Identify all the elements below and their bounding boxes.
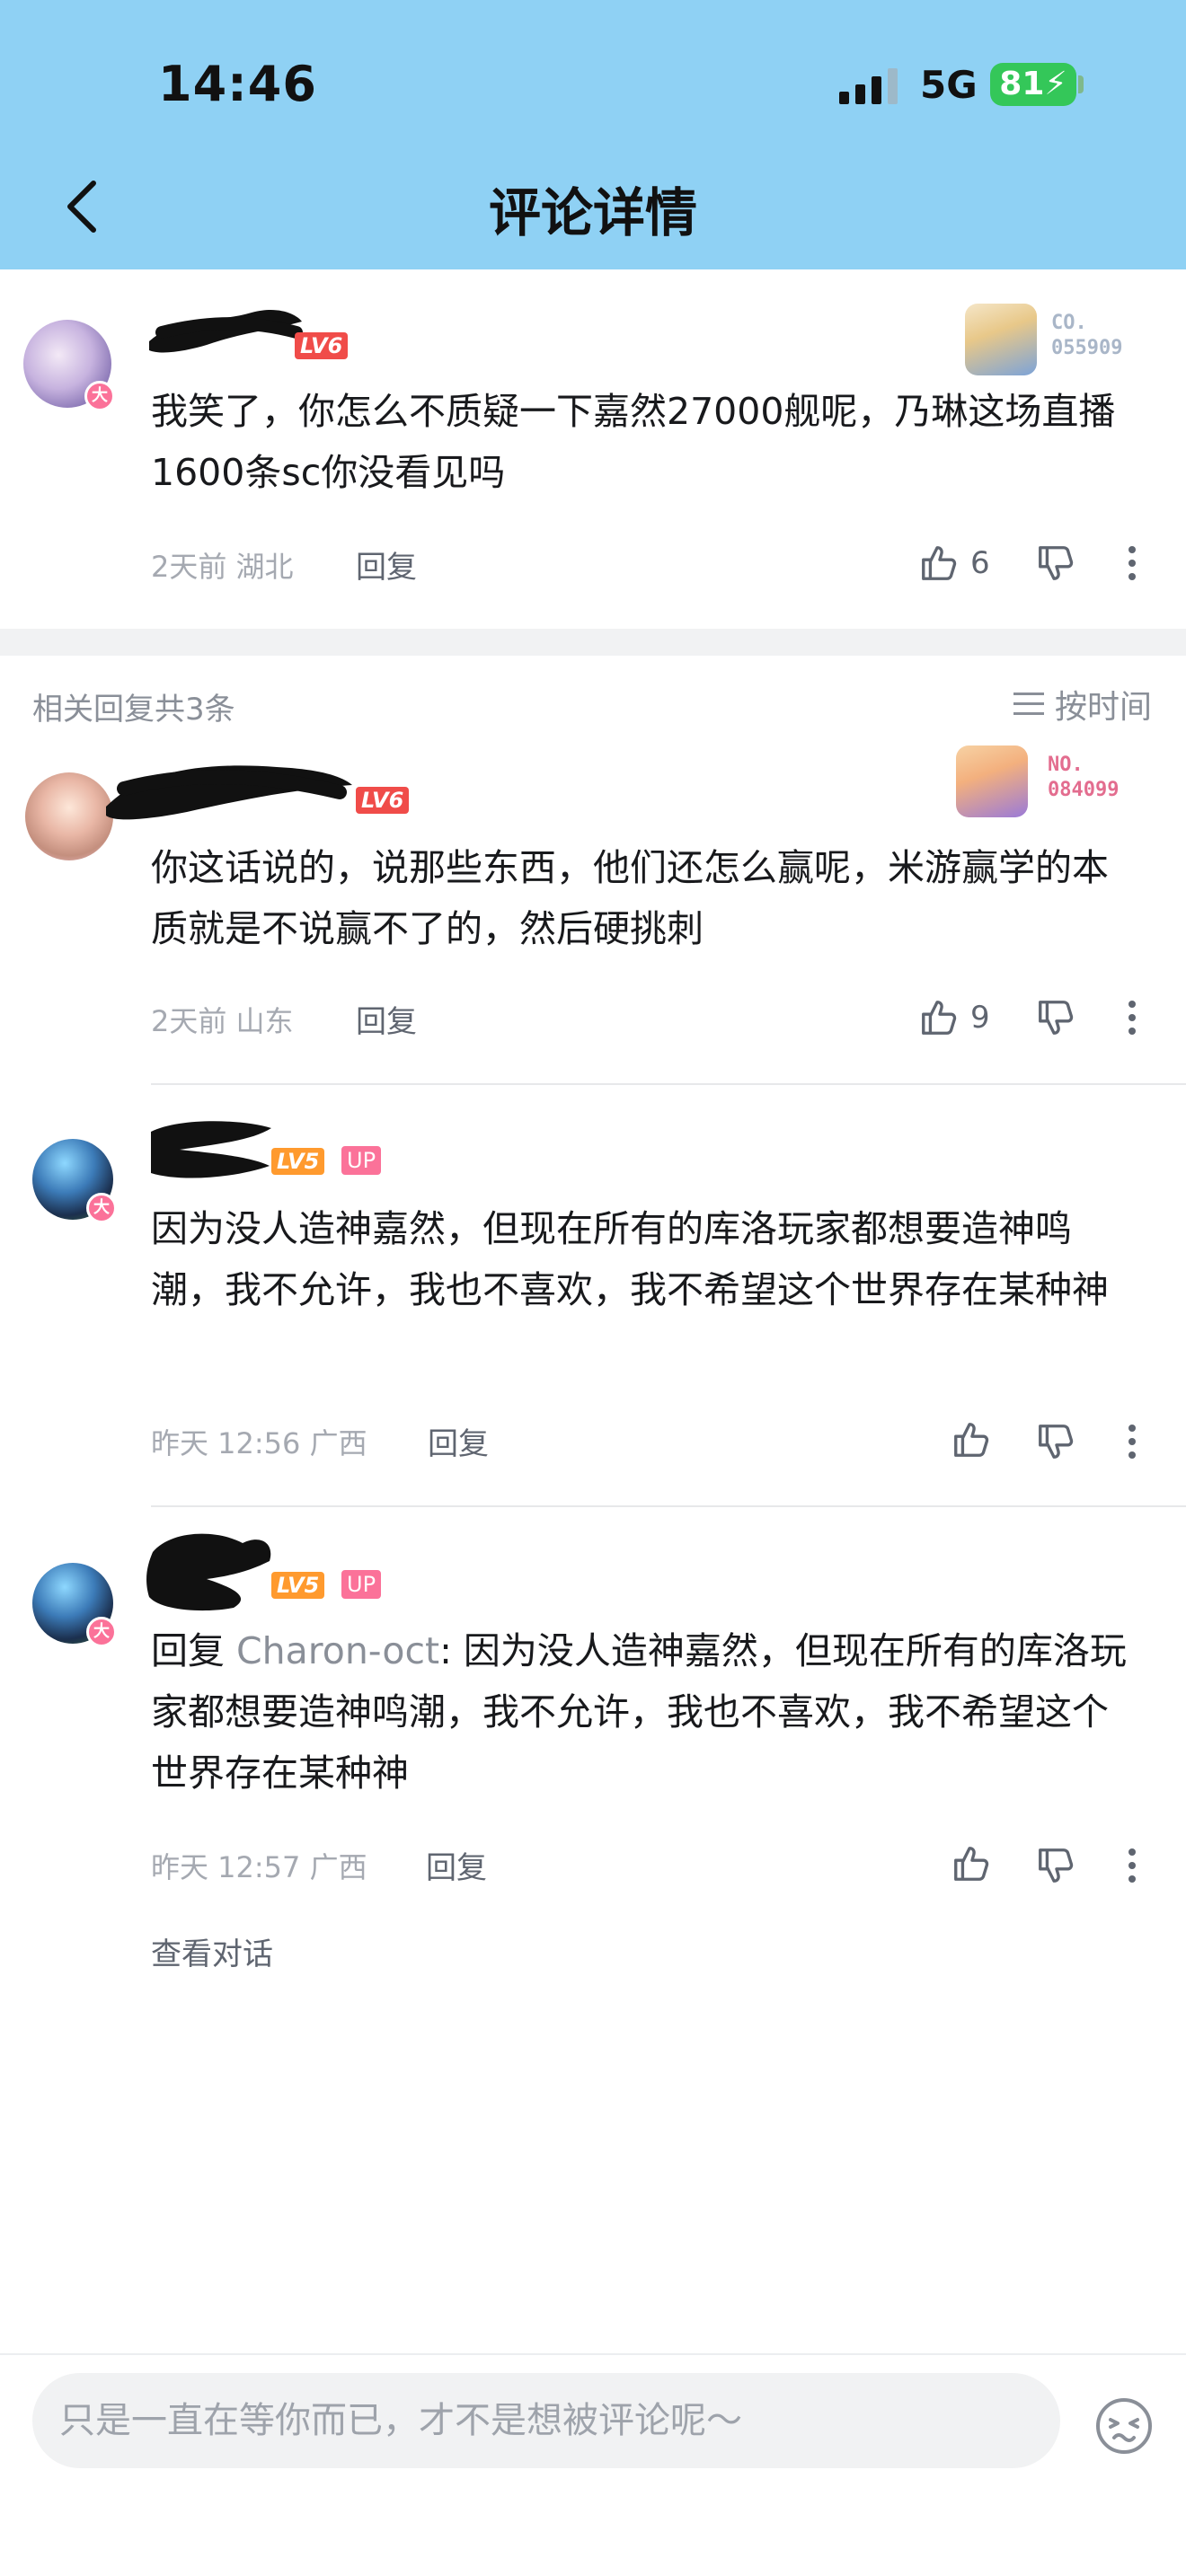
reply-button[interactable]: 回复 bbox=[356, 997, 417, 1041]
thumbs-up-icon[interactable] bbox=[951, 1419, 992, 1460]
page-title: 评论详情 bbox=[488, 182, 697, 243]
big-member-badge: 大 bbox=[86, 1617, 117, 1647]
more-options-icon[interactable] bbox=[1123, 1421, 1141, 1462]
comment-time: 昨天 12:56 bbox=[151, 1426, 301, 1460]
thumbs-up-icon[interactable] bbox=[951, 1843, 992, 1884]
fan-card-image bbox=[956, 745, 1028, 817]
comment-time: 2天前 bbox=[151, 1004, 227, 1038]
thumbs-down-icon[interactable] bbox=[1035, 543, 1076, 584]
comment-time: 昨天 12:57 bbox=[151, 1850, 301, 1884]
fan-no-label: CO. bbox=[1051, 312, 1087, 334]
up-tag: UP bbox=[341, 1570, 382, 1599]
battery-cap bbox=[1078, 75, 1084, 93]
fan-number: NO. 084099 bbox=[1048, 753, 1119, 803]
header-bar: 14:46 5G 81⚡ 评论详情 bbox=[0, 0, 1186, 269]
reply-button[interactable]: 回复 bbox=[428, 1419, 489, 1463]
like-count: 6 bbox=[970, 545, 990, 581]
fan-no-label: NO. bbox=[1048, 754, 1084, 776]
thumbs-up-icon bbox=[922, 1001, 957, 1035]
thumbs-down-icon[interactable] bbox=[1035, 997, 1076, 1038]
reply-divider bbox=[151, 1505, 1186, 1507]
username-redacted[interactable] bbox=[144, 305, 305, 359]
comment-location: 山东 bbox=[235, 1004, 294, 1038]
big-member-badge: 大 bbox=[84, 381, 115, 411]
comment-meta: 2天前 山东 bbox=[151, 999, 294, 1040]
fan-card-image bbox=[965, 304, 1037, 375]
reply-button[interactable]: 回复 bbox=[426, 1843, 487, 1887]
comment-text: 你这话说的，说那些东西，他们还怎么赢呢，米游赢学的本质就是不说赢不了的，然后硬挑… bbox=[151, 846, 1109, 950]
comment-location: 广西 bbox=[309, 1426, 367, 1460]
emoji-icon[interactable] bbox=[1094, 2396, 1154, 2456]
like-button[interactable]: 9 bbox=[918, 995, 990, 1040]
username-redacted[interactable] bbox=[97, 753, 358, 825]
reply-to-username[interactable]: Charon-oct bbox=[236, 1629, 439, 1672]
avatar[interactable]: 大 bbox=[32, 1563, 117, 1647]
comment-text: 因为没人造神嘉然，但现在所有的库洛玩家都想要造神鸣潮，我不允许，我也不喜欢，我不… bbox=[151, 1207, 1109, 1311]
level-badge: LV6 bbox=[356, 787, 410, 814]
thumbs-down-icon[interactable] bbox=[1035, 1421, 1076, 1462]
reply-prefix: 回复 bbox=[151, 1629, 237, 1672]
fan-medal-card[interactable]: NO. 084099 bbox=[956, 745, 1172, 817]
more-options-icon[interactable] bbox=[1123, 997, 1141, 1038]
like-count: 9 bbox=[970, 1000, 990, 1036]
comment-text: 回复 Charon-oct: 因为没人造神嘉然，但现在所有的库洛玩家都想要造神鸣… bbox=[151, 1620, 1139, 1804]
comment-meta: 昨天 12:56 广西 bbox=[151, 1421, 367, 1462]
comment-meta: 2天前 湖北 bbox=[151, 544, 294, 586]
comment-meta: 昨天 12:57 广西 bbox=[151, 1845, 367, 1886]
fan-number: CO. 055909 bbox=[1051, 311, 1122, 361]
avatar[interactable]: 大 bbox=[32, 1139, 117, 1223]
level-badge: LV6 bbox=[295, 332, 349, 359]
redaction-scribble bbox=[149, 310, 303, 353]
comment-time: 2天前 bbox=[151, 550, 227, 584]
comment-input[interactable] bbox=[32, 2373, 1060, 2468]
redaction-scribble bbox=[146, 1533, 271, 1611]
fan-no-value: 084099 bbox=[1048, 779, 1120, 801]
network-type: 5G bbox=[920, 63, 978, 107]
avatar[interactable]: 大 bbox=[23, 320, 115, 411]
battery-level: 81 bbox=[999, 66, 1045, 102]
sort-by-time-button[interactable]: 按时间 bbox=[1013, 681, 1152, 728]
status-time: 14:46 bbox=[158, 56, 317, 112]
replies-count: 相关回复共3条 bbox=[32, 692, 235, 728]
redaction-scribble bbox=[151, 1121, 271, 1178]
more-options-icon[interactable] bbox=[1123, 543, 1141, 584]
fan-no-value: 055909 bbox=[1051, 337, 1123, 359]
view-conversation-link[interactable]: 查看对话 bbox=[151, 1929, 273, 1973]
section-divider bbox=[0, 629, 1186, 656]
big-member-badge: 大 bbox=[86, 1193, 117, 1223]
comment-location: 湖北 bbox=[235, 550, 294, 584]
more-options-icon[interactable] bbox=[1123, 1845, 1141, 1886]
like-button[interactable]: 6 bbox=[918, 541, 990, 586]
username-redacted[interactable] bbox=[144, 1525, 279, 1615]
level-badge: LV5 bbox=[271, 1572, 325, 1599]
signal-icon bbox=[839, 68, 898, 104]
fan-medal-card[interactable]: CO. 055909 bbox=[965, 304, 1181, 375]
comment-text: 我笑了，你怎么不质疑一下嘉然27000舰呢，乃琳这场直播1600条sc你没看见吗 bbox=[151, 390, 1116, 494]
charging-icon: ⚡ bbox=[1044, 66, 1067, 102]
redaction-scribble bbox=[106, 765, 352, 820]
thumbs-up-icon bbox=[922, 546, 957, 580]
sort-label: 按时间 bbox=[1054, 689, 1152, 726]
list-sort-icon bbox=[1013, 693, 1044, 715]
comment-input-bar bbox=[0, 2353, 1186, 2576]
reply-divider bbox=[151, 1083, 1186, 1085]
username-redacted[interactable] bbox=[144, 1114, 279, 1186]
up-tag: UP bbox=[341, 1146, 382, 1175]
battery-indicator: 81⚡ bbox=[990, 63, 1076, 106]
reply-button[interactable]: 回复 bbox=[356, 543, 417, 587]
comment-location: 广西 bbox=[309, 1850, 367, 1884]
thumbs-down-icon[interactable] bbox=[1035, 1845, 1076, 1886]
level-badge: LV5 bbox=[271, 1148, 325, 1175]
